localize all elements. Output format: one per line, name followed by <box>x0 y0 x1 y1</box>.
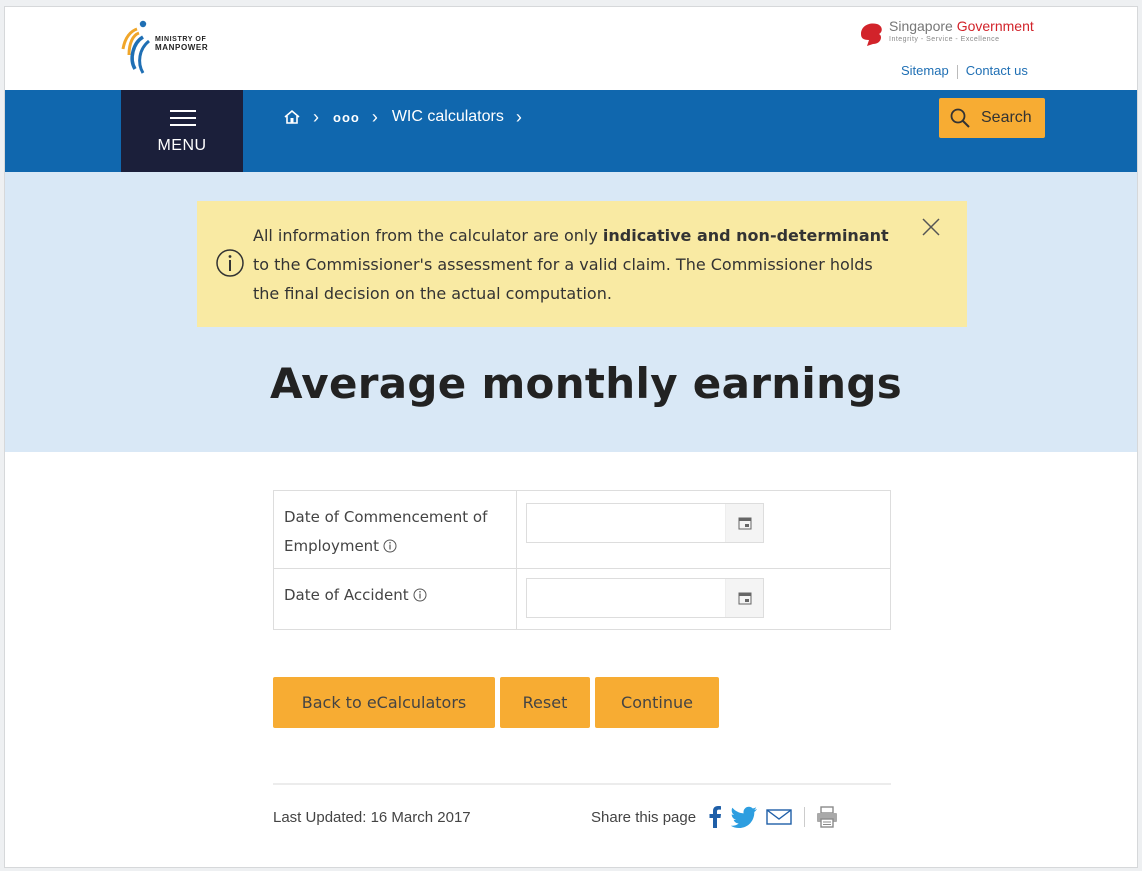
mom-logo[interactable]: MINISTRY OF MANPOWER <box>117 15 247 79</box>
share-separator <box>804 807 806 827</box>
hero-section: All information from the calculator are … <box>5 172 1137 452</box>
back-to-ecalculators-button[interactable]: Back to eCalculators <box>273 677 495 728</box>
search-icon <box>950 108 970 128</box>
close-icon[interactable] <box>919 215 943 239</box>
disclaimer-notice: All information from the calculator are … <box>197 201 967 327</box>
info-tooltip-icon[interactable] <box>413 588 427 602</box>
form-row-accident: Date of Accident <box>274 569 890 630</box>
breadcrumb-current[interactable]: WIC calculators <box>392 108 504 126</box>
last-updated: Last Updated: 16 March 2017 <box>273 809 471 826</box>
gov-tagline: Integrity - Service - Excellence <box>889 36 1000 43</box>
share-bar: Share this page <box>591 805 847 829</box>
home-icon[interactable] <box>283 108 301 126</box>
mom-logo-text: MINISTRY OF MANPOWER <box>155 36 208 52</box>
menu-button[interactable]: MENU <box>121 90 243 172</box>
facebook-icon[interactable] <box>708 806 722 828</box>
share-label: Share this page <box>591 808 697 826</box>
footer-divider <box>273 783 891 785</box>
sg-lion-icon <box>861 23 882 46</box>
breadcrumb: › ooo › WIC calculators › <box>283 106 536 128</box>
notice-text-c: to the Commissioner's assessment for a v… <box>253 255 873 303</box>
chevron-right-icon: › <box>313 106 319 127</box>
chevron-right-icon: › <box>515 106 522 127</box>
chevron-right-icon: › <box>371 106 378 127</box>
calendar-icon[interactable] <box>725 504 763 542</box>
twitter-icon[interactable] <box>730 806 758 828</box>
commencement-label: Date of Commencement of Employment <box>284 503 512 561</box>
page-title: Average monthly earnings <box>270 359 902 408</box>
gov-name: Singapore Government <box>889 18 1034 34</box>
search-label: Search <box>981 109 1032 126</box>
form-row-commencement: Date of Commencement of Employment <box>274 491 890 569</box>
calendar-icon[interactable] <box>725 579 763 617</box>
earnings-form: Date of Commencement of Employment Date … <box>273 490 891 630</box>
gov-name-part2: Government <box>956 18 1034 34</box>
reset-button[interactable]: Reset <box>500 677 590 728</box>
sitemap-link[interactable]: Sitemap <box>901 63 949 78</box>
ministry-line2: MANPOWER <box>155 43 209 52</box>
menu-label: MENU <box>157 137 207 154</box>
email-icon[interactable] <box>766 808 792 826</box>
mom-logo-icon <box>121 20 151 74</box>
page-frame: MINISTRY OF MANPOWER Singapore Governmen… <box>4 6 1138 868</box>
continue-button[interactable]: Continue <box>595 677 719 728</box>
notice-message: All information from the calculator are … <box>253 221 903 308</box>
top-header: MINISTRY OF MANPOWER Singapore Governmen… <box>5 7 1137 90</box>
accident-label: Date of Accident <box>284 581 512 610</box>
print-icon[interactable] <box>815 805 839 829</box>
accident-date-input[interactable] <box>526 578 764 618</box>
singapore-government-logo[interactable]: Singapore Government Integrity - Service… <box>857 18 1057 50</box>
breadcrumb-ellipsis[interactable]: ooo <box>333 110 360 125</box>
gov-name-part1: Singapore <box>889 18 957 34</box>
nav-bar: MENU › ooo › WIC calculators › Search <box>5 90 1137 172</box>
notice-text-bold: indicative and non-determinant <box>602 226 889 245</box>
link-separator <box>956 64 958 79</box>
accident-label-text: Date of Accident <box>284 586 409 604</box>
info-tooltip-icon[interactable] <box>383 539 397 553</box>
commencement-date-input[interactable] <box>526 503 764 543</box>
info-icon <box>216 249 244 277</box>
search-button[interactable]: Search <box>939 98 1045 138</box>
contact-link[interactable]: Contact us <box>966 63 1028 78</box>
hamburger-icon <box>170 110 196 131</box>
notice-text-a: All information from the calculator are … <box>253 226 603 245</box>
top-links: Sitemap Contact us <box>901 63 1028 79</box>
